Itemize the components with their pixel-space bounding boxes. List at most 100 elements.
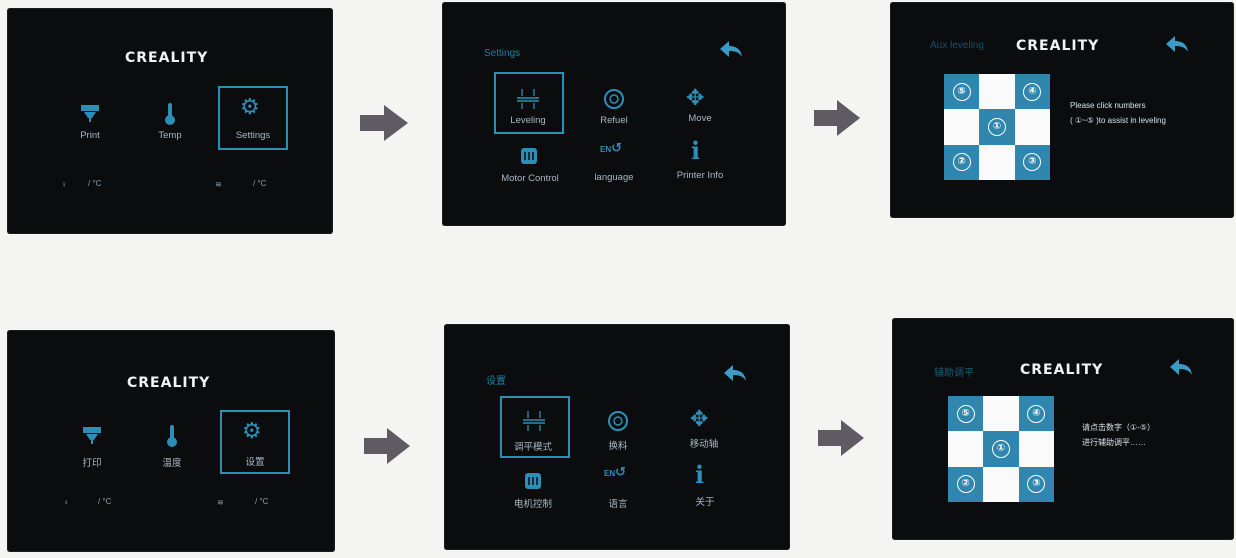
- leveling-label: 调平模式: [513, 442, 552, 453]
- back-arrow-icon[interactable]: [722, 364, 748, 384]
- gear-icon: ⚙: [240, 94, 260, 119]
- flow-arrow-4: [818, 420, 864, 456]
- aux-hint-line-1: Please click numbers: [1070, 101, 1146, 110]
- bed-status-icon: ≋: [215, 180, 222, 189]
- grid-cell-1[interactable]: ①: [979, 109, 1015, 145]
- temp-label: Temp: [158, 130, 182, 141]
- aux-hint-line-2: 进行辅助调平……: [1082, 438, 1146, 447]
- move-label: 移动轴: [689, 439, 719, 450]
- move-icon: ✥: [690, 406, 709, 431]
- grid-cell: [983, 396, 1019, 432]
- nozzle-icon: [83, 427, 101, 444]
- language-icon: EN↺: [600, 140, 623, 155]
- thermometer-icon: [167, 425, 177, 447]
- bed-status-icon: ≋: [217, 498, 224, 507]
- language-label: language: [594, 172, 634, 183]
- print-label: 打印: [82, 458, 102, 469]
- back-arrow-icon[interactable]: [718, 40, 744, 60]
- leveling-icon: [517, 89, 539, 109]
- grid-cell: [1018, 431, 1054, 467]
- thermometer-icon: [165, 103, 175, 125]
- motor-label: 电机控制: [513, 499, 552, 510]
- temp-label: 温度: [162, 458, 182, 469]
- settings-label: 设置: [245, 457, 265, 468]
- info-label: Printer Info: [676, 170, 724, 181]
- grid-cell-2[interactable]: ②: [944, 144, 980, 180]
- point-1-button[interactable]: ①: [991, 439, 1010, 458]
- settings-title: 设置: [486, 376, 506, 387]
- grid-cell: [948, 431, 984, 467]
- bed-status: / °C: [253, 179, 267, 188]
- move-label: Move: [688, 113, 712, 124]
- brand-logo: CREALITY: [125, 50, 209, 66]
- refuel-label: 换料: [608, 441, 628, 452]
- grid-cell-5[interactable]: ⑤: [948, 396, 984, 432]
- point-4-button[interactable]: ④: [1027, 404, 1046, 423]
- motor-icon: [525, 473, 541, 489]
- grid-cell: [983, 466, 1019, 502]
- point-5-button[interactable]: ⑤: [956, 404, 975, 423]
- point-3-button[interactable]: ③: [1027, 475, 1046, 494]
- brand-logo: CREALITY: [1020, 362, 1104, 378]
- info-icon: i: [691, 136, 701, 165]
- aux-title: 辅助调平: [934, 368, 974, 379]
- nozzle-status-icon: ♀: [63, 498, 69, 507]
- point-5-button[interactable]: ⑤: [952, 82, 971, 101]
- motor-icon: [521, 148, 537, 164]
- back-arrow-icon[interactable]: [1168, 358, 1194, 378]
- aux-hint-line-2: ( ①~⑤ )to assist in leveling: [1070, 116, 1166, 125]
- point-2-button[interactable]: ②: [952, 153, 971, 172]
- point-3-button[interactable]: ③: [1023, 153, 1042, 172]
- aux-leveling-screen-zh: 辅助调平 CREALITY ⑤ ④ ① ② ③ 请点击数字（①-⑤） 进行辅助调…: [892, 318, 1234, 540]
- grid-cell-4[interactable]: ④: [1018, 396, 1054, 432]
- leveling-grid: ⑤ ④ ① ② ③: [944, 74, 1050, 180]
- language-icon-text: EN: [600, 145, 612, 154]
- brand-logo: CREALITY: [127, 375, 211, 391]
- language-label: 语言: [608, 499, 628, 510]
- nozzle-status: / °C: [88, 179, 102, 188]
- point-2-button[interactable]: ②: [956, 475, 975, 494]
- grid-cell-2[interactable]: ②: [948, 466, 984, 502]
- settings-screen-zh: 设置 调平模式 换料 ✥ 移动轴 电机控制 EN↺ 语言 i 关于: [444, 324, 790, 550]
- leveling-icon: [523, 411, 545, 431]
- aux-hint-line-1: 请点击数字（①-⑤）: [1082, 423, 1156, 432]
- move-icon: ✥: [686, 85, 705, 110]
- print-label: Print: [80, 130, 100, 141]
- nozzle-icon: [81, 105, 99, 122]
- language-icon: EN↺: [604, 464, 627, 479]
- refuel-label: Refuel: [600, 115, 628, 126]
- grid-cell-5[interactable]: ⑤: [944, 74, 980, 110]
- point-1-button[interactable]: ①: [987, 117, 1006, 136]
- grid-cell: [979, 144, 1015, 180]
- nozzle-status-icon: ♀: [61, 180, 67, 189]
- point-4-button[interactable]: ④: [1023, 82, 1042, 101]
- home-screen-zh: CREALITY 打印 温度 ⚙ 设置 ♀ / °C ≋ / °C: [7, 330, 335, 552]
- grid-cell-1[interactable]: ①: [983, 431, 1019, 467]
- settings-label: Settings: [235, 130, 271, 141]
- home-screen-en: CREALITY Print Temp ⚙ Settings ♀ / °C ≋ …: [7, 8, 333, 234]
- grid-cell: [944, 109, 980, 145]
- settings-screen-en: Settings Leveling Refuel ✥ Move Motor Co…: [442, 2, 786, 226]
- flow-arrow-2: [814, 100, 860, 136]
- grid-cell-3[interactable]: ③: [1014, 144, 1050, 180]
- settings-title: Settings: [484, 48, 521, 59]
- info-icon: i: [695, 460, 705, 489]
- motor-label: Motor Control: [501, 173, 559, 184]
- language-icon-text: EN: [604, 469, 616, 478]
- aux-leveling-screen-en: Aux leveling CREALITY ⑤ ④ ① ② ③ Please c…: [890, 2, 1234, 218]
- grid-cell-3[interactable]: ③: [1018, 466, 1054, 502]
- nozzle-status: / °C: [98, 497, 112, 506]
- aux-title: Aux leveling: [930, 40, 984, 51]
- leveling-label: Leveling: [510, 115, 546, 126]
- grid-cell-4[interactable]: ④: [1014, 74, 1050, 110]
- refuel-icon: [604, 89, 624, 109]
- grid-cell: [1014, 109, 1050, 145]
- info-label: 关于: [695, 497, 715, 508]
- back-arrow-icon[interactable]: [1164, 35, 1190, 55]
- grid-cell: [979, 74, 1015, 110]
- bed-status: / °C: [255, 497, 269, 506]
- flow-arrow-1: [360, 105, 408, 141]
- leveling-grid: ⑤ ④ ① ② ③: [948, 396, 1054, 502]
- brand-logo: CREALITY: [1016, 38, 1100, 54]
- refuel-icon: [608, 411, 628, 431]
